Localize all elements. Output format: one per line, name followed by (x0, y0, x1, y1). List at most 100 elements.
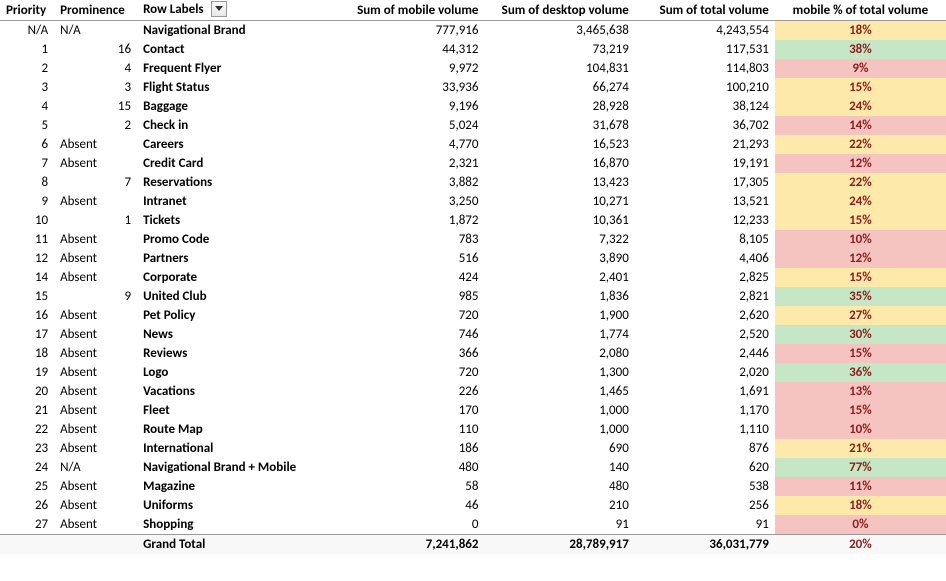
cell-prominence[interactable]: 1 (54, 211, 137, 230)
cell-mobile-pct[interactable]: 9% (775, 59, 946, 78)
cell-total[interactable]: 2,821 (635, 287, 775, 306)
cell-mobile-pct[interactable]: 15% (775, 78, 946, 97)
gt-priority[interactable] (0, 535, 54, 555)
cell-priority[interactable]: 22 (0, 420, 54, 439)
cell-total[interactable]: 2,020 (635, 363, 775, 382)
cell-mobile-pct[interactable]: 36% (775, 363, 946, 382)
cell-priority[interactable]: 16 (0, 306, 54, 325)
cell-mobile[interactable]: 4,770 (334, 135, 484, 154)
cell-mobile-pct[interactable]: 12% (775, 249, 946, 268)
cell-priority[interactable]: 6 (0, 135, 54, 154)
cell-total[interactable]: 256 (635, 496, 775, 515)
cell-label[interactable]: Contact (137, 40, 334, 59)
cell-mobile[interactable]: 110 (334, 420, 484, 439)
cell-prominence[interactable]: Absent (54, 439, 137, 458)
cell-mobile[interactable]: 2,321 (334, 154, 484, 173)
cell-priority[interactable]: 26 (0, 496, 54, 515)
cell-total[interactable]: 4,406 (635, 249, 775, 268)
cell-mobile[interactable]: 1,872 (334, 211, 484, 230)
cell-label[interactable]: International (137, 439, 334, 458)
cell-label[interactable]: Navigational Brand (137, 21, 334, 41)
cell-label[interactable]: Tickets (137, 211, 334, 230)
cell-mobile-pct[interactable]: 15% (775, 344, 946, 363)
cell-label[interactable]: Partners (137, 249, 334, 268)
cell-priority[interactable]: 20 (0, 382, 54, 401)
cell-prominence[interactable]: Absent (54, 515, 137, 535)
cell-label[interactable]: Check in (137, 116, 334, 135)
cell-desktop[interactable]: 28,928 (484, 97, 634, 116)
cell-mobile-pct[interactable]: 18% (775, 496, 946, 515)
cell-mobile[interactable]: 516 (334, 249, 484, 268)
cell-desktop[interactable]: 690 (484, 439, 634, 458)
col-header-priority[interactable]: Priority (0, 0, 54, 21)
cell-label[interactable]: Careers (137, 135, 334, 154)
cell-mobile-pct[interactable]: 22% (775, 135, 946, 154)
cell-mobile[interactable]: 9,196 (334, 97, 484, 116)
cell-priority[interactable]: 9 (0, 192, 54, 211)
cell-label[interactable]: Frequent Flyer (137, 59, 334, 78)
cell-prominence[interactable]: 7 (54, 173, 137, 192)
cell-priority[interactable]: 17 (0, 325, 54, 344)
cell-prominence[interactable]: 3 (54, 78, 137, 97)
cell-label[interactable]: Uniforms (137, 496, 334, 515)
cell-desktop[interactable]: 16,870 (484, 154, 634, 173)
cell-mobile[interactable]: 720 (334, 306, 484, 325)
cell-mobile-pct[interactable]: 13% (775, 382, 946, 401)
cell-label[interactable]: Vacations (137, 382, 334, 401)
cell-mobile-pct[interactable]: 30% (775, 325, 946, 344)
cell-mobile[interactable]: 186 (334, 439, 484, 458)
cell-desktop[interactable]: 3,890 (484, 249, 634, 268)
col-header-sum-desktop[interactable]: Sum of desktop volume (484, 0, 634, 21)
cell-priority[interactable]: 18 (0, 344, 54, 363)
cell-priority[interactable]: 25 (0, 477, 54, 496)
cell-mobile-pct[interactable]: 21% (775, 439, 946, 458)
cell-total[interactable]: 38,124 (635, 97, 775, 116)
cell-total[interactable]: 4,243,554 (635, 21, 775, 41)
cell-mobile[interactable]: 480 (334, 458, 484, 477)
cell-priority[interactable]: 2 (0, 59, 54, 78)
cell-prominence[interactable]: Absent (54, 325, 137, 344)
cell-desktop[interactable]: 1,000 (484, 420, 634, 439)
cell-mobile-pct[interactable]: 12% (775, 154, 946, 173)
cell-mobile-pct[interactable]: 18% (775, 21, 946, 41)
cell-prominence[interactable]: Absent (54, 477, 137, 496)
cell-prominence[interactable]: Absent (54, 382, 137, 401)
cell-mobile-pct[interactable]: 27% (775, 306, 946, 325)
cell-total[interactable]: 2,825 (635, 268, 775, 287)
cell-total[interactable]: 1,691 (635, 382, 775, 401)
cell-desktop[interactable]: 3,465,638 (484, 21, 634, 41)
cell-desktop[interactable]: 1,000 (484, 401, 634, 420)
cell-priority[interactable]: 23 (0, 439, 54, 458)
cell-label[interactable]: Reservations (137, 173, 334, 192)
cell-total[interactable]: 12,233 (635, 211, 775, 230)
cell-total[interactable]: 1,110 (635, 420, 775, 439)
cell-priority[interactable]: 21 (0, 401, 54, 420)
cell-mobile[interactable]: 226 (334, 382, 484, 401)
cell-desktop[interactable]: 1,300 (484, 363, 634, 382)
cell-label[interactable]: Logo (137, 363, 334, 382)
cell-desktop[interactable]: 66,274 (484, 78, 634, 97)
cell-label[interactable]: Flight Status (137, 78, 334, 97)
cell-priority[interactable]: 27 (0, 515, 54, 535)
cell-priority[interactable]: 24 (0, 458, 54, 477)
cell-desktop[interactable]: 91 (484, 515, 634, 535)
cell-desktop[interactable]: 7,322 (484, 230, 634, 249)
cell-priority[interactable]: 11 (0, 230, 54, 249)
cell-prominence[interactable]: Absent (54, 306, 137, 325)
cell-prominence[interactable]: Absent (54, 420, 137, 439)
cell-prominence[interactable]: N/A (54, 21, 137, 41)
cell-mobile[interactable]: 3,250 (334, 192, 484, 211)
cell-mobile[interactable]: 58 (334, 477, 484, 496)
cell-prominence[interactable]: 16 (54, 40, 137, 59)
cell-mobile-pct[interactable]: 35% (775, 287, 946, 306)
cell-desktop[interactable]: 2,080 (484, 344, 634, 363)
cell-mobile[interactable]: 9,972 (334, 59, 484, 78)
cell-priority[interactable]: N/A (0, 21, 54, 41)
cell-priority[interactable]: 8 (0, 173, 54, 192)
cell-total[interactable]: 13,521 (635, 192, 775, 211)
cell-label[interactable]: Credit Card (137, 154, 334, 173)
cell-mobile[interactable]: 985 (334, 287, 484, 306)
cell-mobile[interactable]: 777,916 (334, 21, 484, 41)
gt-total[interactable]: 36,031,779 (635, 535, 775, 555)
cell-priority[interactable]: 1 (0, 40, 54, 59)
